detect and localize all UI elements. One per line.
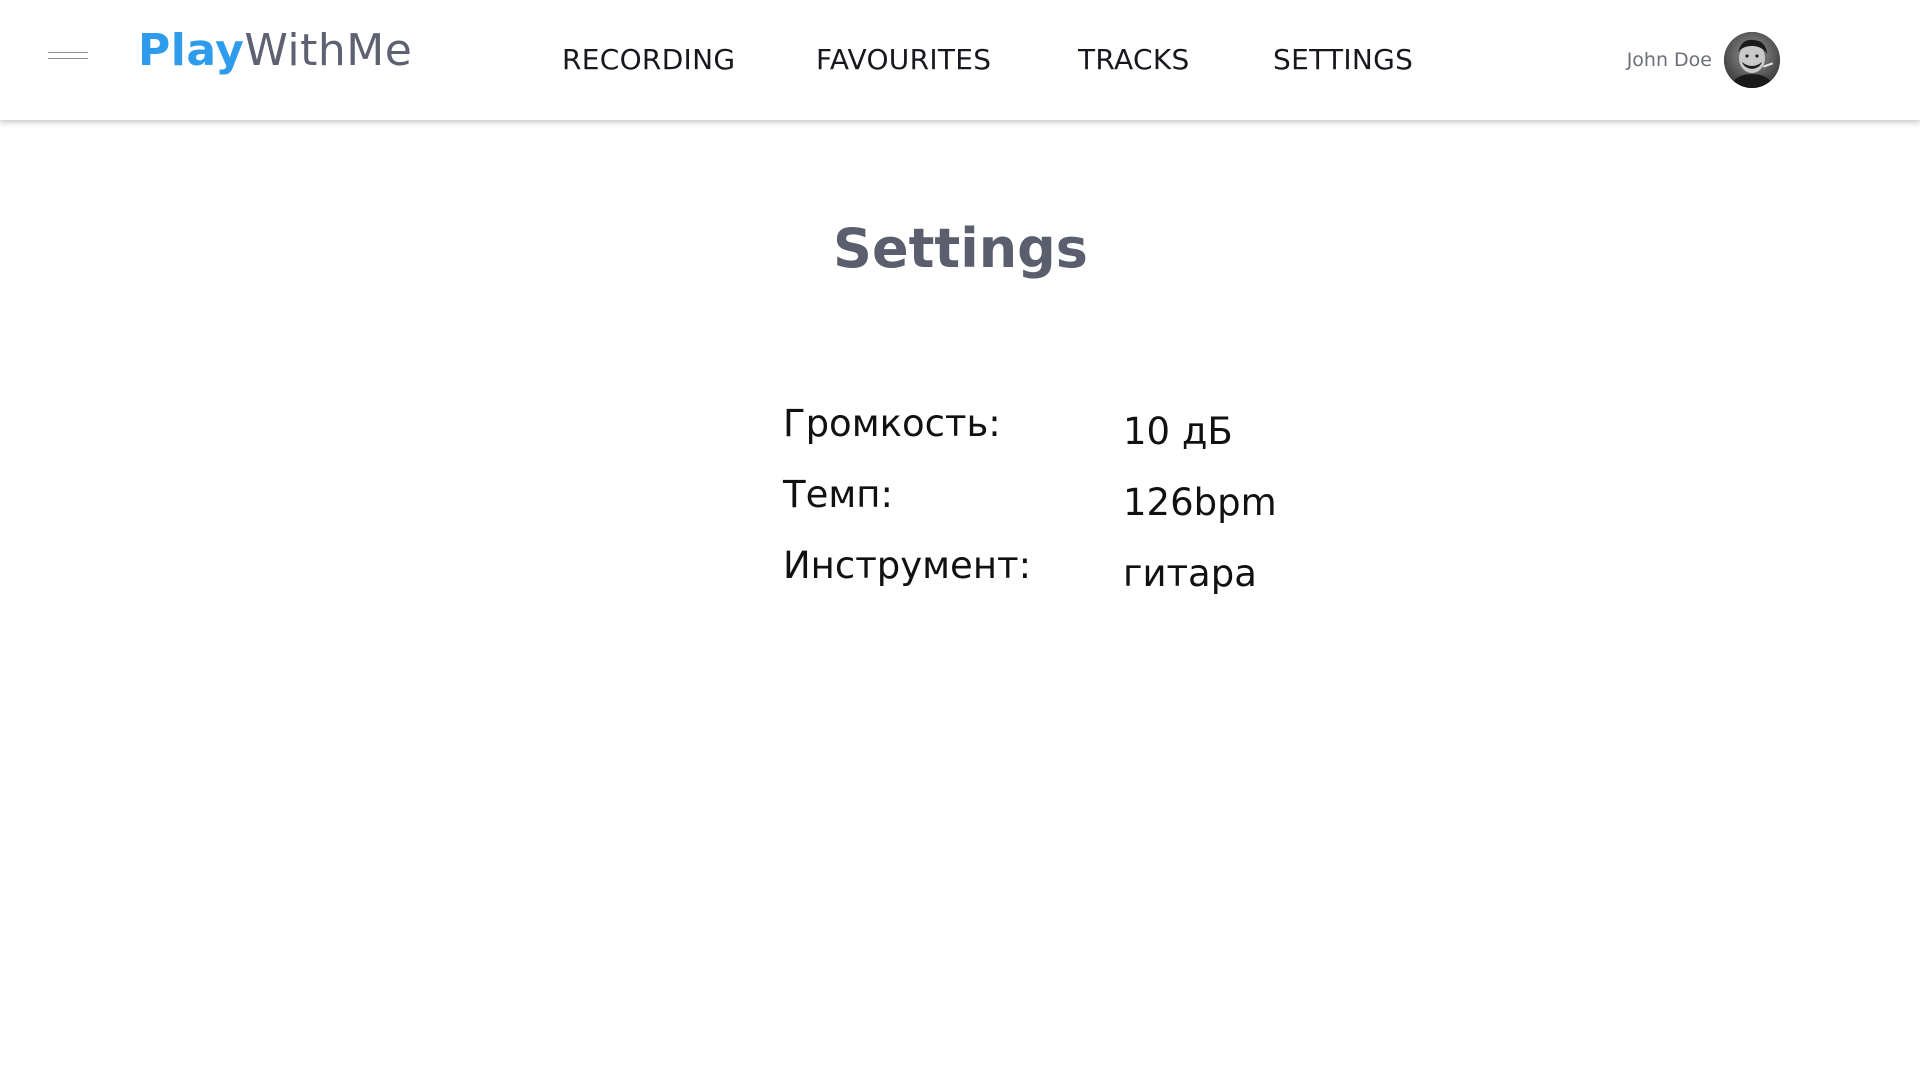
setting-label: Громкость: [783, 402, 1001, 445]
setting-label: Инструмент: [783, 544, 1032, 587]
settings-list: Громкость: 10 дБ Темп: 126bpm Инструмент… [783, 398, 1383, 611]
logo-rest-text: WithMe [244, 25, 413, 76]
nav-tracks[interactable]: TRACKS [1078, 40, 1190, 80]
user-name: John Doe [1626, 49, 1712, 71]
hamburger-menu-icon[interactable] [48, 52, 88, 68]
logo-play-text: Play [138, 25, 245, 76]
setting-value: 126bpm [1123, 481, 1277, 524]
app-header: PlayWithMe RECORDING FAVOURITES TRACKS S… [0, 0, 1920, 120]
setting-value: 10 дБ [1123, 410, 1233, 453]
avatar-portrait-icon [1724, 32, 1780, 88]
nav-recording[interactable]: RECORDING [562, 40, 735, 80]
setting-row-volume: Громкость: 10 дБ [783, 398, 1383, 469]
setting-row-instrument: Инструмент: гитара [783, 540, 1383, 611]
avatar[interactable] [1724, 32, 1780, 88]
setting-value: гитара [1123, 552, 1257, 595]
page-title: Settings [833, 217, 1088, 280]
setting-label: Темп: [783, 473, 893, 516]
nav-favourites[interactable]: FAVOURITES [816, 40, 991, 80]
setting-row-tempo: Темп: 126bpm [783, 469, 1383, 540]
nav-settings[interactable]: SETTINGS [1273, 40, 1413, 80]
app-logo[interactable]: PlayWithMe [138, 22, 412, 80]
user-menu[interactable]: John Doe [1627, 32, 1780, 88]
